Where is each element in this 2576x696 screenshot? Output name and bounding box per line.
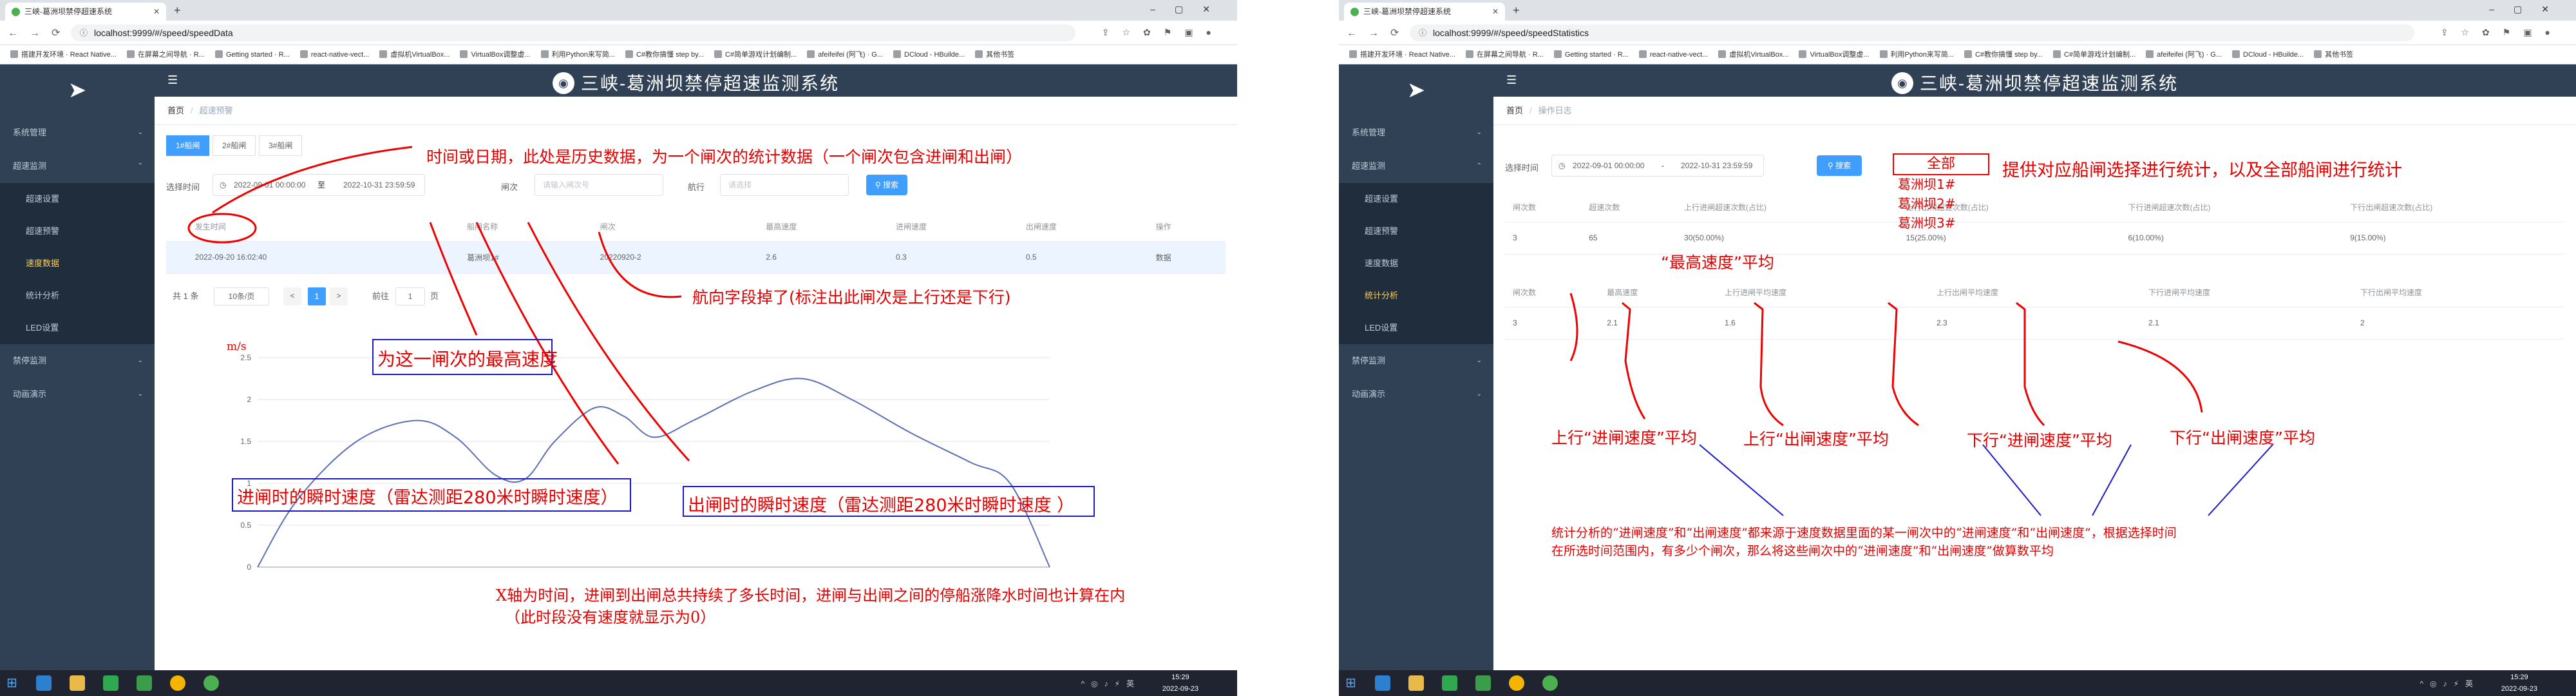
annotation-b1: 提供对应船闸选择进行统计，以及全部船闸进行统计	[2002, 160, 2402, 180]
hbuilder-icon[interactable]	[1475, 675, 1491, 691]
windows-start-icon[interactable]: ⊞	[6, 675, 22, 691]
annotation-pointer	[1982, 444, 2041, 516]
clock-time: 15:29	[2510, 673, 2528, 681]
annotation-circle	[187, 213, 257, 244]
chrome-icon[interactable]	[1509, 675, 1524, 691]
annotation-strokes	[1569, 293, 2273, 516]
taskbar: ⊞ ^◎♪⚡英 15:29 2022-09-23	[1339, 670, 2576, 696]
taskbar-clock: 15:29 2022-09-23	[2501, 672, 2537, 695]
app-icon[interactable]	[1442, 675, 1457, 691]
annotation-stroke	[429, 222, 478, 336]
annotation-stroke	[1569, 293, 1578, 362]
annotation-a5: 出闸时的瞬时速度（雷达测距280米时瞬时速度 ）	[688, 496, 1075, 516]
taskbar: ⊞ ^◎♪⚡英 15:29 2022-09-23	[0, 670, 1237, 696]
taskbar-clock: 15:29 2022-09-23	[1162, 672, 1198, 695]
right-screenshot: 三峡-葛洲坝禁停超速系统 ✕ + –▢✕ ←→⟳ ⓘ localhost:9999/…	[1339, 0, 2576, 696]
annotation-b2: “最高速度”平均	[1661, 253, 1774, 272]
annotation-stroke	[2016, 302, 2045, 427]
annotation-pointer	[2092, 444, 2132, 516]
annotation-pointer	[2208, 444, 2273, 516]
annotation-b5: 下行“进闸速度”平均	[1967, 431, 2112, 450]
app-icon[interactable]	[103, 675, 118, 691]
annotation-a7: （此时段没有速度就显示为0）	[505, 608, 716, 626]
annotation-stroke	[1754, 302, 1784, 427]
explorer-icon[interactable]	[70, 675, 85, 691]
clock-date: 2022-09-23	[2501, 685, 2537, 693]
annotation-stroke	[212, 146, 413, 214]
hbuilder-icon[interactable]	[137, 675, 152, 691]
left-screenshot: 三峡-葛洲坝禁停超速系统 ✕ + –▢✕ ←→⟳ ⓘ localhost:9999/…	[0, 0, 1237, 696]
annotation-stroke	[1888, 302, 1919, 427]
explorer-icon[interactable]	[1408, 675, 1424, 691]
annotation-b8: 在所选时间范围内，有多少个闸次，那么将这些闸次中的“进闸速度”和“出闸速度”做算…	[1551, 544, 2054, 558]
annotation-stroke	[1622, 302, 1646, 420]
wechat-icon[interactable]	[204, 675, 219, 691]
annotation-b3: 上行“进闸速度”平均	[1551, 429, 1697, 447]
annotation-b7: 统计分析的“进闸速度”和“出闸速度”都来源于速度数据里面的某一闸次中的“进闸速度…	[1551, 526, 2177, 540]
clock-date: 2022-09-23	[1162, 685, 1198, 693]
wechat-icon[interactable]	[1542, 675, 1558, 691]
annotation-stroke	[598, 231, 682, 298]
annotation-b6: 下行“出闸速度”平均	[2170, 429, 2315, 447]
annotation-stroke	[2117, 340, 2203, 413]
system-tray-icons[interactable]: ^◎♪⚡英	[1081, 678, 1141, 689]
system-tray-icons[interactable]: ^◎♪⚡英	[2420, 678, 2479, 689]
annotation-pointer	[1699, 444, 1784, 516]
windows-start-icon[interactable]: ⊞	[1345, 675, 1361, 691]
annotation-b4: 上行“出闸速度”平均	[1743, 430, 1889, 449]
annotation-a6: X轴为时间，进闸到出闸总共持续了多长时间，进闸与出闸之间的停船涨降水时间也计算在…	[496, 586, 1126, 604]
search-taskbar-icon[interactable]	[36, 675, 52, 691]
chrome-icon[interactable]	[170, 675, 185, 691]
annotation-a4: 进闸时的瞬时速度（雷达测距280米时瞬时速度）	[237, 488, 618, 508]
spacer	[1237, 0, 1339, 696]
clock-time: 15:29	[1171, 673, 1189, 681]
search-taskbar-icon[interactable]	[1375, 675, 1390, 691]
annotation-a2: 航向字段掉了(标注出此闸次是上行还是下行)	[692, 288, 1011, 307]
annotation-a1: 时间或日期，此处是历史数据，为一个闸次的统计数据（一个闸次包含进闸和出闸）	[426, 148, 1023, 166]
annotation-a3: 为这一闸次的最高速度	[377, 349, 558, 370]
